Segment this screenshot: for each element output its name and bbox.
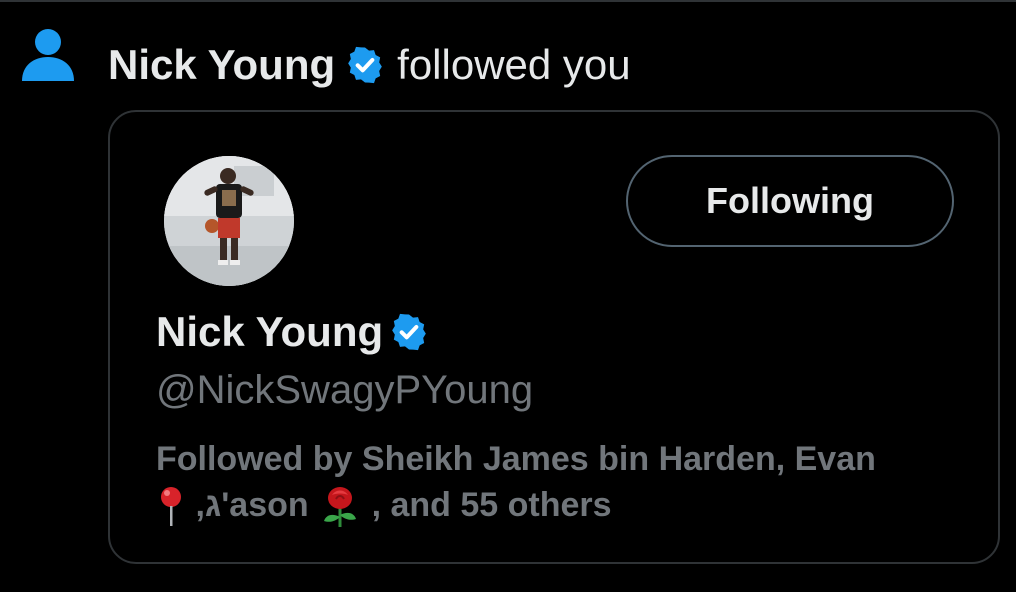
card-handle[interactable]: @NickSwagyPYoung	[156, 366, 533, 414]
card-name-row: Nick Young	[156, 308, 429, 356]
pushpin-emoji-icon	[161, 487, 181, 527]
person-icon	[22, 29, 74, 81]
following-button[interactable]: Following	[626, 155, 954, 247]
avatar[interactable]	[164, 156, 294, 286]
verified-badge-icon	[348, 46, 382, 84]
card-display-name[interactable]: Nick Young	[156, 308, 383, 356]
user-card[interactable]: Following Nick Young @NickSwagyPYoung Fo…	[108, 110, 1000, 564]
notification-actor-name[interactable]: Nick Young	[108, 39, 335, 91]
followed-by-name-3: ג'ason	[204, 486, 309, 524]
avatar-photo	[164, 156, 294, 286]
follow-notification[interactable]: Nick Young followed you	[0, 22, 1016, 112]
top-divider	[0, 0, 1016, 2]
followed-by-name-1: Sheikh James bin Harden	[361, 440, 776, 478]
followed-by-suffix: , and 55 others	[371, 486, 612, 524]
followed-by-prefix: Followed by	[156, 440, 353, 478]
verified-badge-icon	[392, 313, 426, 351]
notification-action: followed you	[397, 41, 631, 88]
notification-text: Nick Young followed you	[108, 39, 631, 91]
followed-by-text[interactable]: Followed by Sheikh James bin Harden, Eva…	[156, 436, 976, 529]
rose-emoji-icon	[324, 487, 357, 528]
followed-by-name-2: Evan	[794, 440, 876, 478]
